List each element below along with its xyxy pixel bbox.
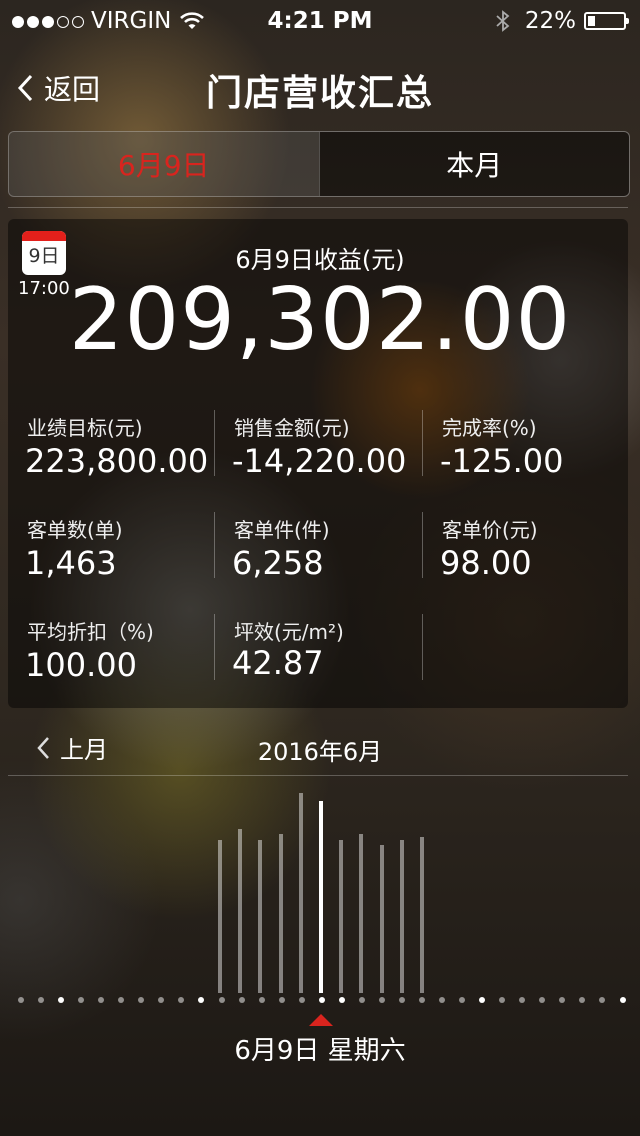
- timeline-dot[interactable]: [279, 997, 285, 1003]
- divider: [214, 614, 215, 680]
- tab-month-label: 本月: [446, 149, 503, 182]
- stat-value: 42.87: [232, 644, 324, 682]
- status-bar: VIRGIN 4:21 PM 22%: [0, 0, 640, 40]
- timeline-dot[interactable]: [259, 997, 265, 1003]
- divider: [422, 410, 423, 476]
- revenue-value: 209,302.00: [68, 270, 572, 370]
- day-bar[interactable]: [218, 840, 222, 993]
- battery-info: 22%: [495, 8, 629, 34]
- stat-value: 6,258: [232, 544, 324, 582]
- tab-today-label: 6月9日: [117, 149, 210, 182]
- divider: [8, 207, 628, 208]
- timeline-dot[interactable]: [479, 997, 485, 1003]
- stat-value: -125.00: [440, 442, 564, 480]
- stat-value: 98.00: [440, 544, 532, 582]
- timeline-dot[interactable]: [379, 997, 385, 1003]
- divider: [422, 512, 423, 578]
- timeline-dot[interactable]: [239, 997, 245, 1003]
- day-bar[interactable]: [400, 840, 404, 993]
- timeline-dot[interactable]: [359, 997, 365, 1003]
- day-bar[interactable]: [319, 801, 323, 993]
- battery-fill: [588, 16, 596, 26]
- stat-label: 客单件(件): [234, 518, 330, 542]
- day-bar[interactable]: [279, 834, 283, 993]
- bluetooth-icon: [496, 10, 510, 32]
- timeline-dot[interactable]: [98, 997, 104, 1003]
- day-bar[interactable]: [380, 845, 384, 993]
- stat-value: -14,220.00: [232, 442, 407, 480]
- battery-icon: [584, 12, 629, 30]
- date-range-tabs: 6月9日 本月: [8, 131, 630, 197]
- timeline-dot[interactable]: [559, 997, 565, 1003]
- divider: [214, 512, 215, 578]
- divider: [8, 775, 628, 776]
- tab-today[interactable]: 6月9日: [9, 132, 319, 196]
- divider: [422, 614, 423, 680]
- timeline-dot[interactable]: [439, 997, 445, 1003]
- stat-value: 100.00: [25, 646, 137, 684]
- timeline-dot[interactable]: [299, 997, 305, 1003]
- tab-month[interactable]: 本月: [318, 132, 629, 196]
- timeline-dot[interactable]: [58, 997, 64, 1003]
- timeline-dot[interactable]: [18, 997, 24, 1003]
- timeline-dot[interactable]: [319, 997, 325, 1003]
- stat-value: 223,800.00: [25, 442, 209, 480]
- stat-label: 平均折扣（%): [27, 620, 154, 644]
- stat-label: 客单数(单): [27, 518, 123, 542]
- current-month: 2016年6月: [257, 738, 383, 766]
- day-bar[interactable]: [299, 793, 303, 993]
- stat-label: 业绩目标(元): [27, 416, 143, 440]
- timeline-dot[interactable]: [620, 997, 626, 1003]
- timeline-dot[interactable]: [579, 997, 585, 1003]
- battery-percent: 22%: [524, 8, 576, 34]
- day-bar[interactable]: [359, 834, 363, 993]
- timeline-dot[interactable]: [138, 997, 144, 1003]
- stat-label: 销售金额(元): [234, 416, 350, 440]
- day-bar[interactable]: [238, 829, 242, 993]
- timeline-dot[interactable]: [459, 997, 465, 1003]
- day-bar[interactable]: [339, 840, 343, 993]
- timeline-dot[interactable]: [499, 997, 505, 1003]
- selected-day-pointer-icon: [309, 1014, 333, 1026]
- page-title: 门店营收汇总: [205, 73, 434, 114]
- divider: [214, 410, 215, 476]
- stat-label: 客单价(元): [442, 518, 538, 542]
- timeline-dot[interactable]: [539, 997, 545, 1003]
- day-bar[interactable]: [258, 840, 262, 993]
- stat-label: 完成率(%): [442, 416, 537, 440]
- timeline-dot[interactable]: [118, 997, 124, 1003]
- timeline-dot[interactable]: [178, 997, 184, 1003]
- timeline-dot[interactable]: [219, 997, 225, 1003]
- timeline-dot[interactable]: [399, 997, 405, 1003]
- stat-label: 坪效(元/m²): [234, 620, 344, 644]
- timeline-dot[interactable]: [78, 997, 84, 1003]
- timeline-dot[interactable]: [158, 997, 164, 1003]
- timeline-dot[interactable]: [419, 997, 425, 1003]
- timeline-dot[interactable]: [519, 997, 525, 1003]
- timeline-dot[interactable]: [339, 997, 345, 1003]
- timeline-dot[interactable]: [198, 997, 204, 1003]
- timeline-dot[interactable]: [38, 997, 44, 1003]
- selected-date-label: 6月9日 星期六: [234, 1036, 406, 1066]
- stat-value: 1,463: [25, 544, 117, 582]
- timeline-dot[interactable]: [599, 997, 605, 1003]
- day-bar[interactable]: [420, 837, 424, 993]
